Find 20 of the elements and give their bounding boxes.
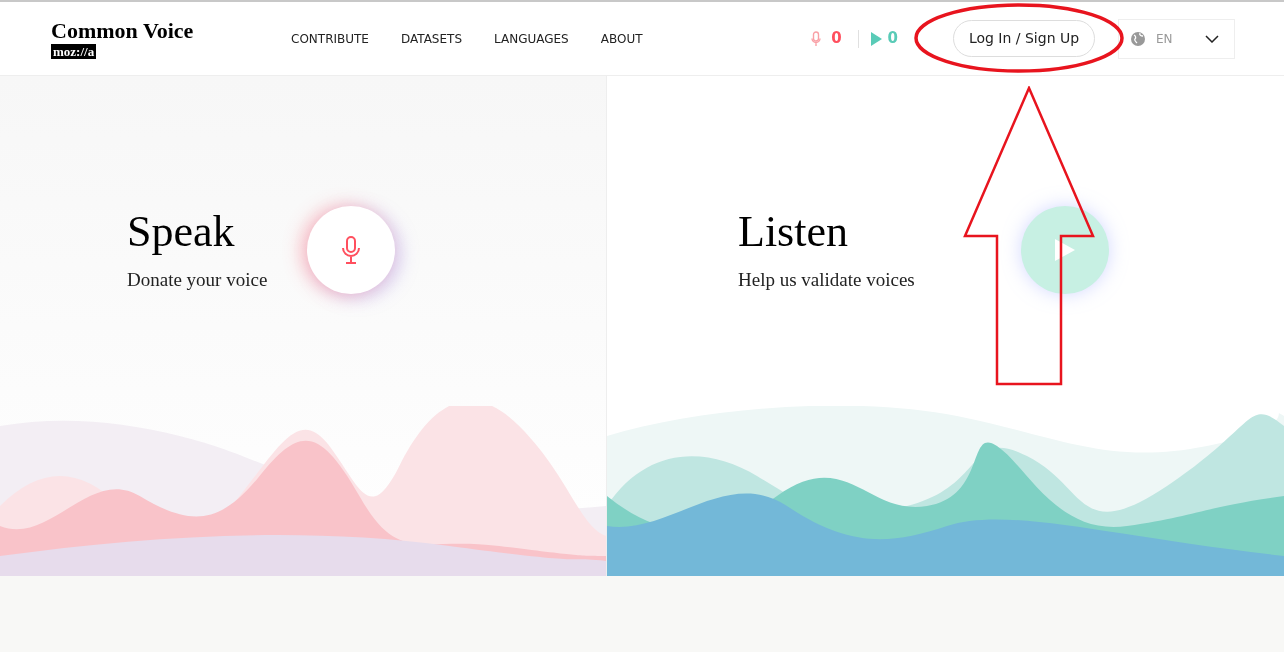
language-code: EN xyxy=(1156,30,1173,48)
logo-title[interactable]: Common Voice xyxy=(51,18,194,43)
recordings-count: 0 xyxy=(831,28,842,50)
nav-link[interactable]: CONTRIBUTE xyxy=(291,29,369,48)
nav-link[interactable]: DATASETS xyxy=(400,29,462,48)
panel-subtitle: Donate your voice xyxy=(127,268,268,292)
play-icon xyxy=(870,31,882,46)
nav-link[interactable]: LANGUAGES xyxy=(494,29,569,48)
globe-icon xyxy=(1130,30,1146,47)
login-button[interactable]: Log In / Sign Up xyxy=(953,20,1095,57)
microphone-icon xyxy=(341,236,362,264)
nav-link[interactable]: ABOUT xyxy=(600,29,643,48)
panel-title: Listen xyxy=(738,206,849,258)
panel-subtitle: Help us validate voices xyxy=(738,268,915,292)
panel-title: Speak xyxy=(127,206,236,258)
play-icon xyxy=(1054,239,1075,261)
microphone-icon xyxy=(811,30,822,47)
chevron-down-icon xyxy=(1205,34,1219,43)
logo-badge: moz://a xyxy=(51,43,97,59)
validations-count: 0 xyxy=(887,28,898,50)
